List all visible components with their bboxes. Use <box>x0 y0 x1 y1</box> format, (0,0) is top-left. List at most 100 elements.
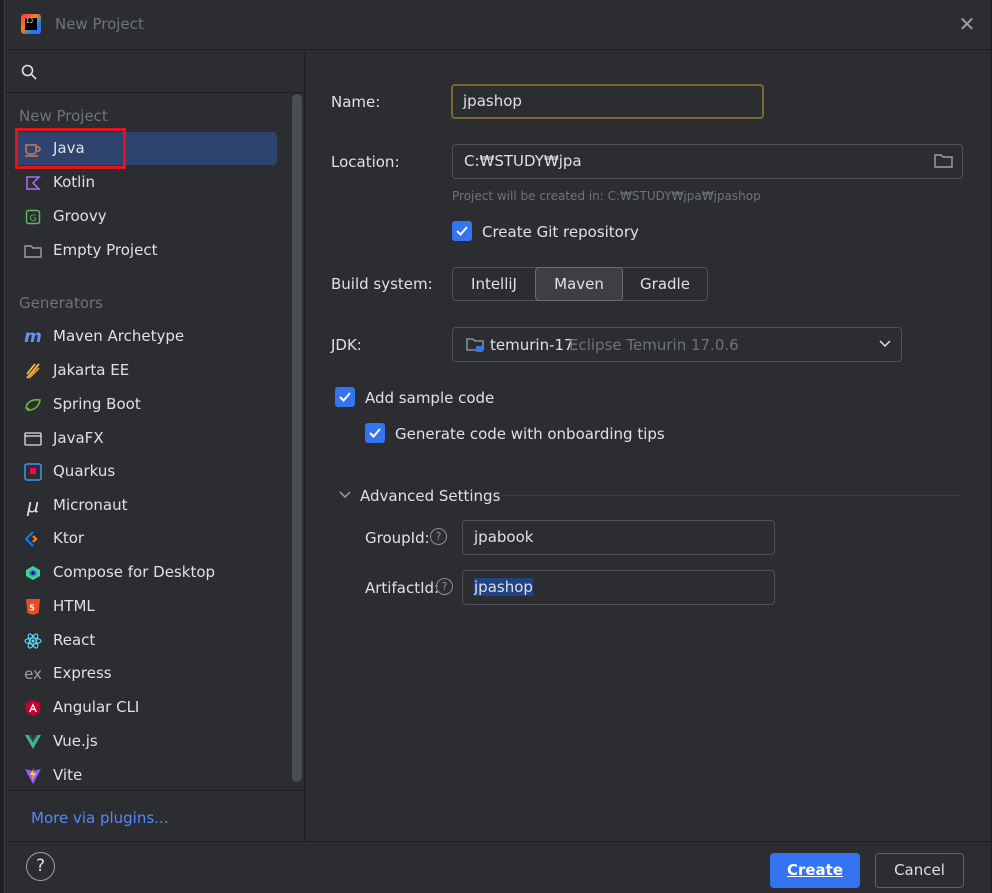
sidebar-item-javafx[interactable]: JavaFX <box>15 422 277 455</box>
sidebar-item-label: Express <box>53 664 112 682</box>
sidebar-item-label: Kotlin <box>53 173 95 191</box>
sidebar-item-java[interactable]: Java <box>15 132 277 165</box>
location-label: Location: <box>331 153 400 171</box>
sidebar-item-spring-boot[interactable]: Spring Boot <box>15 388 277 421</box>
sidebar-item-label: Ktor <box>53 529 85 547</box>
build-option-intellij[interactable]: IntelliJ <box>453 268 535 300</box>
java-cup-icon <box>23 139 43 159</box>
title-bar: IJ New Project ✕ <box>5 0 991 50</box>
jdk-select[interactable]: temurin-17 Eclipse Temurin 17.0.6 <box>452 327 902 362</box>
section-new-project: New Project <box>19 107 108 125</box>
sidebar-item-label: Vite <box>53 766 83 784</box>
add-sample-code-checkbox[interactable] <box>335 387 355 407</box>
help-button[interactable]: ? <box>26 852 55 881</box>
location-hint: Project will be created in: C:₩STUDY₩jpa… <box>452 189 761 203</box>
build-system-segmented: IntelliJ Maven Gradle <box>452 267 708 301</box>
browse-folder-icon[interactable] <box>934 153 953 169</box>
ktor-icon <box>23 529 43 549</box>
checkmark-icon <box>339 392 351 402</box>
chevron-down-icon[interactable] <box>339 491 351 499</box>
create-git-label: Create Git repository <box>482 223 639 241</box>
new-project-dialog: IJ New Project ✕ New Project Java Kotlin <box>4 0 991 893</box>
sidebar-scrollbar[interactable] <box>292 94 302 782</box>
groupid-label: GroupId: <box>365 529 430 547</box>
sidebar-item-label: Quarkus <box>53 462 116 480</box>
spring-boot-icon <box>23 395 43 415</box>
groovy-icon: G <box>23 207 43 227</box>
sidebar-item-react[interactable]: React <box>15 624 277 657</box>
cancel-button[interactable]: Cancel <box>875 853 964 888</box>
create-button[interactable]: Create <box>770 853 860 888</box>
sidebar-item-express[interactable]: ex Express <box>15 657 277 690</box>
svg-text:G: G <box>30 214 37 224</box>
search-icon <box>21 64 37 80</box>
sidebar-item-groovy[interactable]: G Groovy <box>15 200 277 233</box>
more-via-plugins-link[interactable]: More via plugins... <box>31 809 168 827</box>
groupid-input[interactable]: jpabook <box>462 520 775 555</box>
advanced-settings-divider <box>496 495 962 496</box>
artifactid-label: ArtifactId: <box>365 579 440 597</box>
sidebar-item-label: React <box>53 631 96 649</box>
chevron-down-icon <box>879 340 891 348</box>
project-settings-panel: Name: jpashop Location: C:₩STUDY₩jpa Pro… <box>306 51 991 841</box>
html5-icon: 5 <box>23 597 43 617</box>
create-git-checkbox[interactable] <box>452 221 472 241</box>
checkmark-icon <box>456 226 468 236</box>
artifactid-input[interactable]: jpashop <box>462 570 775 605</box>
artifactid-help-icon[interactable]: ? <box>436 578 453 595</box>
sidebar-item-micronaut[interactable]: μ Micronaut <box>15 489 277 522</box>
sidebar-item-label: Jakarta EE <box>53 361 130 379</box>
jdk-label: JDK: <box>331 336 362 354</box>
sidebar-item-quarkus[interactable]: Quarkus <box>15 455 277 488</box>
jakarta-ee-icon <box>23 361 43 381</box>
name-value: jpashop <box>463 92 522 110</box>
sidebar-item-label: HTML <box>53 597 95 615</box>
name-label: Name: <box>331 93 381 111</box>
sidebar-item-ktor[interactable]: Ktor <box>15 522 277 555</box>
build-option-gradle[interactable]: Gradle <box>623 268 707 300</box>
build-option-maven[interactable]: Maven <box>535 267 623 301</box>
name-input[interactable]: jpashop <box>451 84 764 119</box>
sidebar-item-kotlin[interactable]: Kotlin <box>15 166 277 199</box>
sidebar-footer: More via plugins... <box>5 790 305 841</box>
jdk-folder-icon <box>466 338 484 352</box>
sidebar-item-label: Java <box>53 139 85 157</box>
sidebar-item-label: Vue.js <box>53 732 98 750</box>
javafx-window-icon <box>23 429 43 449</box>
sidebar-item-html[interactable]: 5 HTML <box>15 590 277 623</box>
sidebar-item-angular-cli[interactable]: Angular CLI <box>15 691 277 724</box>
svg-text:5: 5 <box>29 604 35 613</box>
sidebar-search[interactable] <box>5 51 305 93</box>
sidebar-item-label: Compose for Desktop <box>53 563 216 581</box>
onboarding-tips-label: Generate code with onboarding tips <box>395 425 665 443</box>
sidebar-item-maven-archetype[interactable]: m Maven Archetype <box>15 320 277 353</box>
location-input[interactable]: C:₩STUDY₩jpa <box>452 144 963 179</box>
express-icon: ex <box>24 665 42 683</box>
vue-icon <box>23 732 43 752</box>
sidebar-item-label: Empty Project <box>53 241 158 259</box>
location-value: C:₩STUDY₩jpa <box>464 152 582 170</box>
quarkus-icon <box>23 462 43 482</box>
compose-icon <box>23 563 43 583</box>
onboarding-tips-checkbox[interactable] <box>365 423 385 443</box>
dialog-title: New Project <box>55 15 144 33</box>
maven-icon: m <box>24 327 42 347</box>
sidebar-item-vite[interactable]: Vite <box>15 759 277 792</box>
sidebar-item-label: Micronaut <box>53 496 128 514</box>
kotlin-icon <box>23 173 43 193</box>
react-icon <box>23 631 43 651</box>
close-icon[interactable]: ✕ <box>957 12 977 36</box>
sidebar-item-empty-project[interactable]: Empty Project <box>15 234 277 267</box>
vite-icon <box>23 766 43 786</box>
add-sample-code-label: Add sample code <box>365 389 495 407</box>
folder-icon <box>23 241 43 261</box>
checkmark-icon <box>369 428 381 438</box>
sidebar-item-jakarta-ee[interactable]: Jakarta EE <box>15 354 277 387</box>
project-type-sidebar: New Project Java Kotlin G Groovy Empty P… <box>5 51 305 841</box>
groupid-help-icon[interactable]: ? <box>430 528 447 545</box>
intellij-logo-icon: IJ <box>21 14 41 34</box>
sidebar-item-vuejs[interactable]: Vue.js <box>15 725 277 758</box>
sidebar-item-compose-for-desktop[interactable]: Compose for Desktop <box>15 556 277 589</box>
advanced-settings-toggle[interactable]: Advanced Settings <box>360 487 500 505</box>
groupid-value: jpabook <box>474 528 534 546</box>
